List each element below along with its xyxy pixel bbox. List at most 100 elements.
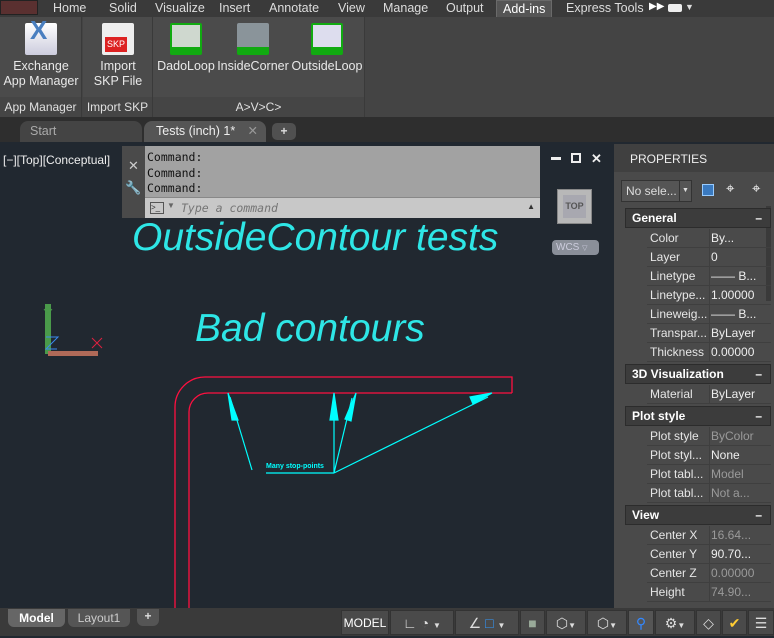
property-row[interactable]: Center Y 90.70... <box>647 545 771 564</box>
object-snap-icon[interactable]: □ <box>485 615 493 631</box>
file-tab-tests[interactable]: Tests (inch) 1* ✕ <box>144 121 266 142</box>
property-row[interactable]: Layer 0 <box>647 248 771 267</box>
property-value[interactable]: 90.70... <box>711 545 751 564</box>
property-value[interactable]: Model <box>711 465 744 484</box>
exchange-app-manager-button[interactable]: X Exchange App Manager <box>0 17 82 89</box>
tab-output[interactable]: Output <box>440 0 490 17</box>
layout-tab-layout1[interactable]: Layout1 <box>68 609 130 627</box>
section-plot-style[interactable]: Plot style – <box>625 406 771 426</box>
pickadd-toggle-icon[interactable]: ⌖ <box>752 180 760 197</box>
property-row[interactable]: Center X 16.64... <box>647 526 771 545</box>
insidecorner-button[interactable]: InsideCorner <box>217 23 289 74</box>
close-icon[interactable]: ✕ <box>591 151 602 167</box>
section-general[interactable]: General – <box>625 208 771 228</box>
palette-header[interactable]: PROPERTIES <box>614 144 774 172</box>
collapse-icon[interactable]: – <box>755 506 762 524</box>
property-row[interactable]: Color By... <box>647 229 771 248</box>
viewcube-toggle-icon[interactable]: ⬡▼ <box>587 610 627 635</box>
property-row[interactable]: Linetype... 1.00000 <box>647 286 771 305</box>
property-row[interactable]: Height 74.90... <box>647 583 771 602</box>
ribbon-minimize-icon[interactable] <box>668 4 682 12</box>
outsideloop-button[interactable]: OutsideLoop <box>291 23 363 74</box>
tab-solid[interactable]: Solid <box>103 0 143 17</box>
property-value[interactable]: 1.00000 <box>711 286 754 305</box>
import-skp-file-button[interactable]: SKP Import SKP File <box>83 23 153 89</box>
property-row[interactable]: Plot styl... None <box>647 446 771 465</box>
collapse-icon[interactable]: – <box>755 209 762 227</box>
quick-select-icon[interactable] <box>702 184 714 196</box>
property-value[interactable]: —— B... <box>711 267 756 286</box>
selection-dropdown[interactable]: No sele... ▼ <box>621 180 692 202</box>
property-value[interactable]: 16.64... <box>711 526 751 545</box>
collapse-icon[interactable]: – <box>755 365 762 383</box>
chevron-down-icon[interactable]: ▼ <box>433 621 441 630</box>
more-tabs-icon[interactable]: ▶▶ <box>649 1 664 12</box>
close-tab-icon[interactable]: ✕ <box>248 121 258 141</box>
tab-express-tools[interactable]: Express Tools <box>560 0 650 17</box>
annotation-scale-icon[interactable]: ⚲ <box>628 610 654 635</box>
property-row[interactable]: Transpar... ByLayer <box>647 324 771 343</box>
customization-menu-icon[interactable]: ☰ <box>748 610 774 635</box>
wrench-icon[interactable]: 🔧 <box>122 180 145 196</box>
property-value[interactable]: 0.00000 <box>711 564 754 583</box>
new-layout-button[interactable]: + <box>137 609 159 626</box>
property-row[interactable]: Plot tabl... Model <box>647 465 771 484</box>
property-value[interactable]: By... <box>711 229 734 248</box>
property-row[interactable]: Thickness 0.00000 <box>647 343 771 362</box>
command-prompt-icon[interactable]: >_ <box>150 202 164 214</box>
tab-add-ins[interactable]: Add-ins <box>496 0 553 17</box>
tab-visualize[interactable]: Visualize <box>149 0 211 17</box>
property-value[interactable]: 74.90... <box>711 583 751 602</box>
property-row[interactable]: Linetype —— B... <box>647 267 771 286</box>
property-row[interactable]: Plot tabl... Not a... <box>647 484 771 503</box>
command-input[interactable] <box>181 200 521 216</box>
ortho-polar-group[interactable]: ∟ ◔ ▼ <box>390 610 454 635</box>
property-value[interactable]: None <box>711 446 740 465</box>
property-value[interactable]: Not a... <box>711 484 750 503</box>
close-icon[interactable]: ✕ <box>122 158 145 174</box>
isodraft-icon[interactable]: ∠ <box>469 615 482 631</box>
tab-insert[interactable]: Insert <box>213 0 256 17</box>
tab-home[interactable]: Home <box>47 0 92 17</box>
chevron-down-icon[interactable]: ▼ <box>497 621 505 630</box>
application-menu-button[interactable] <box>0 0 38 15</box>
property-value[interactable]: ByColor <box>711 427 754 446</box>
property-value[interactable]: ByLayer <box>711 385 755 404</box>
property-row[interactable]: Center Z 0.00000 <box>647 564 771 583</box>
property-row[interactable]: Plot style ByColor <box>647 427 771 446</box>
history-toggle-icon[interactable]: ▲ <box>527 202 535 211</box>
viewcube-top-face[interactable]: TOP <box>563 195 586 218</box>
property-value[interactable]: ByLayer <box>711 324 755 343</box>
new-tab-button[interactable]: + <box>272 123 296 140</box>
tab-manage[interactable]: Manage <box>377 0 434 17</box>
osnap-group[interactable]: ∠ □ ▼ <box>455 610 519 635</box>
minimize-icon[interactable] <box>551 157 561 160</box>
workspace-gear-icon[interactable]: ⚙▼ <box>655 610 695 635</box>
command-window-handle[interactable]: ✕ 🔧 <box>122 146 145 218</box>
property-value[interactable]: 0 <box>711 248 718 267</box>
3d-osnap-icon[interactable]: ⬡▼ <box>546 610 586 635</box>
select-objects-icon[interactable]: ⌖ <box>726 180 734 197</box>
tab-view[interactable]: View <box>332 0 371 17</box>
wcs-menu[interactable]: WCS ▽ <box>552 240 599 255</box>
polar-tracking-icon[interactable]: ◔ <box>421 615 429 631</box>
property-value[interactable]: —— B... <box>711 305 756 324</box>
isolate-objects-icon[interactable]: ◇ <box>696 610 721 635</box>
collapse-icon[interactable]: – <box>755 407 762 425</box>
file-tab-start[interactable]: Start <box>20 121 142 142</box>
chevron-down-icon[interactable]: ▼ <box>167 201 175 210</box>
section-view[interactable]: View – <box>625 505 771 525</box>
ortho-icon[interactable]: ∟ <box>403 615 417 631</box>
viewcube[interactable]: TOP <box>557 189 592 224</box>
property-row[interactable]: Lineweig... —— B... <box>647 305 771 324</box>
restore-icon[interactable] <box>571 153 581 163</box>
property-value[interactable]: 0.00000 <box>711 343 754 362</box>
dadoloop-button[interactable]: DadoLoop <box>155 23 217 74</box>
section-3d-visualization[interactable]: 3D Visualization – <box>625 364 771 384</box>
tab-annotate[interactable]: Annotate <box>263 0 325 17</box>
property-row[interactable]: Material ByLayer <box>647 385 771 404</box>
selection-cycling-icon[interactable]: ■ <box>520 610 545 635</box>
model-space-button[interactable]: MODEL <box>341 610 389 635</box>
layout-tab-model[interactable]: Model <box>8 609 65 627</box>
chevron-down-icon[interactable]: ▼ <box>685 2 694 12</box>
